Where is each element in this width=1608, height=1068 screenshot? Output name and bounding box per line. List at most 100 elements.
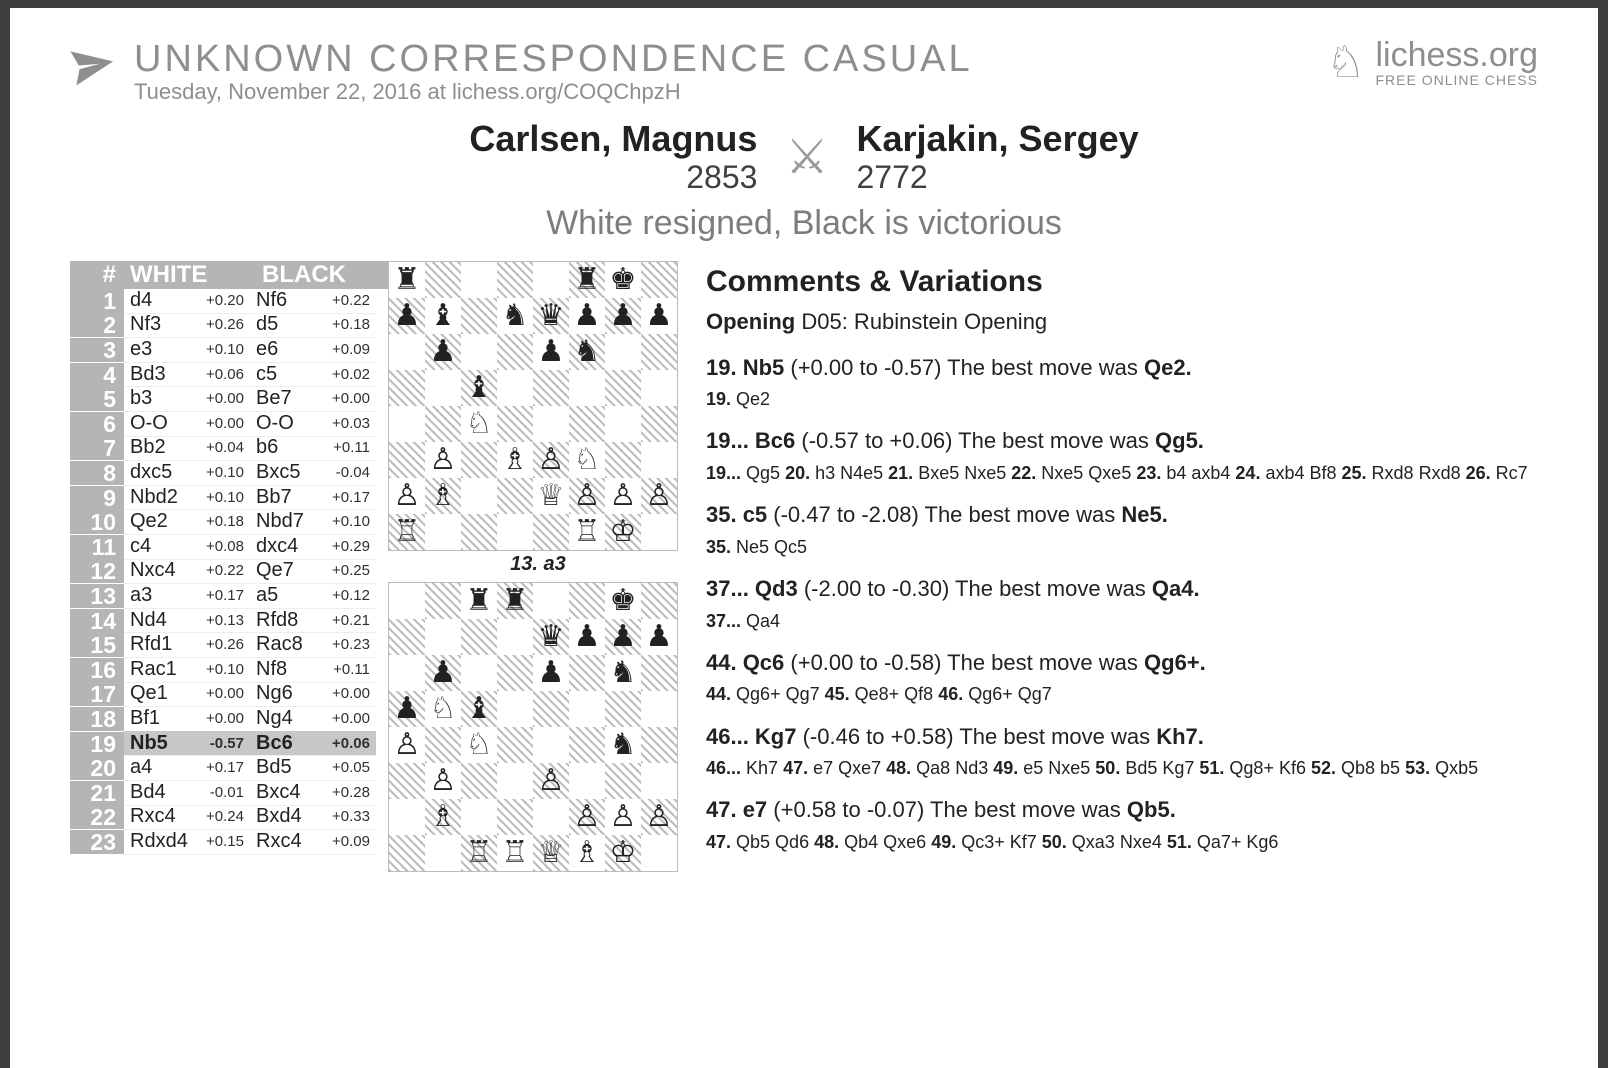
move-white[interactable]: Nf3+0.26	[124, 313, 250, 339]
diagram-column: ♜♜♚♟♝♞♛♟♟♟♟♟♞♝♘♙♗♙♘♙♗♕♙♙♙♖♖♔13. a3♜♜♚♛♟♟…	[388, 261, 688, 878]
board-square: ♗	[425, 478, 461, 514]
board-square: ♖	[569, 514, 605, 550]
board-square	[461, 334, 497, 370]
move-white[interactable]: d4+0.20	[124, 288, 250, 314]
move-white[interactable]: Rfd1+0.26	[124, 632, 250, 658]
board-square: ♙	[425, 763, 461, 799]
move-black[interactable]: Bxc5-0.04	[250, 460, 376, 486]
move-white[interactable]: Qe1+0.00	[124, 682, 250, 708]
move-row: 19Nb5-0.57Bc6+0.06	[70, 731, 388, 756]
board-square	[641, 727, 677, 763]
move-black[interactable]: a5+0.12	[250, 583, 376, 609]
move-black[interactable]: Bd5+0.05	[250, 755, 376, 781]
move-black[interactable]: d5+0.18	[250, 313, 376, 339]
move-white[interactable]: Bd3+0.06	[124, 362, 250, 388]
board-square: ♟	[569, 298, 605, 334]
comments-title: Comments & Variations	[706, 265, 1538, 299]
move-white[interactable]: Qe2+0.18	[124, 509, 250, 535]
move-black[interactable]: O-O+0.03	[250, 411, 376, 437]
board-square	[497, 478, 533, 514]
move-row: 22Rxc4+0.24Bxd4+0.33	[70, 805, 388, 830]
board-square: ♖	[389, 514, 425, 550]
move-white[interactable]: Nxc4+0.22	[124, 559, 250, 585]
move-black[interactable]: Qe7+0.25	[250, 559, 376, 585]
board-square: ♜	[569, 262, 605, 298]
move-row: 10Qe2+0.18Nbd7+0.10	[70, 510, 388, 535]
move-white[interactable]: Nd4+0.13	[124, 608, 250, 634]
board-square: ♚	[605, 583, 641, 619]
move-white[interactable]: a4+0.17	[124, 755, 250, 781]
move-white[interactable]: dxc5+0.10	[124, 460, 250, 486]
white-player-name: Carlsen, Magnus	[469, 119, 757, 159]
chess-diagram: ♜♜♚♟♝♞♛♟♟♟♟♟♞♝♘♙♗♙♘♙♗♕♙♙♙♖♖♔13. a3	[388, 261, 688, 576]
move-black[interactable]: e6+0.09	[250, 337, 376, 363]
move-black[interactable]: Rac8+0.23	[250, 632, 376, 658]
move-black[interactable]: dxc4+0.29	[250, 534, 376, 560]
board-square	[461, 298, 497, 334]
move-white[interactable]: Rdxd4+0.15	[124, 829, 250, 855]
board-square	[641, 442, 677, 478]
board-square: ♘	[425, 691, 461, 727]
move-row: 1d4+0.20Nf6+0.22	[70, 289, 388, 314]
white-player-rating: 2853	[469, 159, 757, 196]
move-row: 6O-O+0.00O-O+0.03	[70, 412, 388, 437]
annotation: 44. Qc6 (+0.00 to -0.58) The best move w…	[706, 648, 1538, 708]
move-white[interactable]: b3+0.00	[124, 386, 250, 412]
move-row: 11c4+0.08dxc4+0.29	[70, 535, 388, 560]
board-square	[425, 583, 461, 619]
move-black[interactable]: Bb7+0.17	[250, 485, 376, 511]
move-black[interactable]: Ng6+0.00	[250, 682, 376, 708]
annotation: 47. e7 (+0.58 to -0.07) The best move wa…	[706, 795, 1538, 855]
game-type-title: UNKNOWN CORRESPONDENCE CASUAL	[134, 38, 973, 81]
board-square: ♙	[569, 799, 605, 835]
move-white[interactable]: Rac1+0.10	[124, 657, 250, 683]
move-row: 14Nd4+0.13Rfd8+0.21	[70, 608, 388, 633]
board-square: ♖	[497, 835, 533, 871]
move-black[interactable]: Nf6+0.22	[250, 288, 376, 314]
move-black[interactable]: Be7+0.00	[250, 386, 376, 412]
board-square	[389, 334, 425, 370]
move-white[interactable]: Bb2+0.04	[124, 436, 250, 462]
crossed-swords-icon: ⚔	[785, 129, 828, 185]
move-black[interactable]: Rxc4+0.09	[250, 829, 376, 855]
board-square: ♞	[605, 655, 641, 691]
move-black[interactable]: Bxc4+0.28	[250, 780, 376, 806]
board-square: ♗	[569, 835, 605, 871]
game-result: White resigned, Black is victorious	[70, 204, 1538, 243]
board-square: ♙	[533, 442, 569, 478]
board-square	[389, 442, 425, 478]
move-white[interactable]: Nbd2+0.10	[124, 485, 250, 511]
board-square: ♜	[497, 583, 533, 619]
move-black[interactable]: Rfd8+0.21	[250, 608, 376, 634]
move-white[interactable]: O-O+0.00	[124, 411, 250, 437]
move-black[interactable]: Nf8+0.11	[250, 657, 376, 683]
move-black[interactable]: b6+0.11	[250, 436, 376, 462]
move-white[interactable]: Bd4-0.01	[124, 780, 250, 806]
move-list-header: # WHITE BLACK	[70, 261, 388, 289]
annotation: 37... Qd3 (-2.00 to -0.30) The best move…	[706, 574, 1538, 634]
board-square	[425, 514, 461, 550]
move-white[interactable]: Bf1+0.00	[124, 706, 250, 732]
move-white[interactable]: Rxc4+0.24	[124, 805, 250, 831]
move-black[interactable]: Bc6+0.06	[250, 731, 376, 757]
move-black[interactable]: Nbd7+0.10	[250, 509, 376, 535]
move-row: 17Qe1+0.00Ng6+0.00	[70, 682, 388, 707]
knight-icon: ♘	[1326, 41, 1365, 85]
move-black[interactable]: c5+0.02	[250, 362, 376, 388]
board-square	[497, 514, 533, 550]
board-square	[425, 727, 461, 763]
board-square	[533, 370, 569, 406]
move-black[interactable]: Bxd4+0.33	[250, 805, 376, 831]
board-square: ♘	[569, 442, 605, 478]
board-square	[389, 763, 425, 799]
move-row: 15Rfd1+0.26Rac8+0.23	[70, 633, 388, 658]
move-white[interactable]: a3+0.17	[124, 583, 250, 609]
move-white[interactable]: e3+0.10	[124, 337, 250, 363]
move-white[interactable]: Nb5-0.57	[124, 731, 250, 757]
board-square: ♟	[425, 334, 461, 370]
move-black[interactable]: Ng4+0.00	[250, 706, 376, 732]
board-square: ♙	[533, 763, 569, 799]
move-white[interactable]: c4+0.08	[124, 534, 250, 560]
board-square: ♛	[533, 298, 569, 334]
board-square: ♟	[641, 619, 677, 655]
